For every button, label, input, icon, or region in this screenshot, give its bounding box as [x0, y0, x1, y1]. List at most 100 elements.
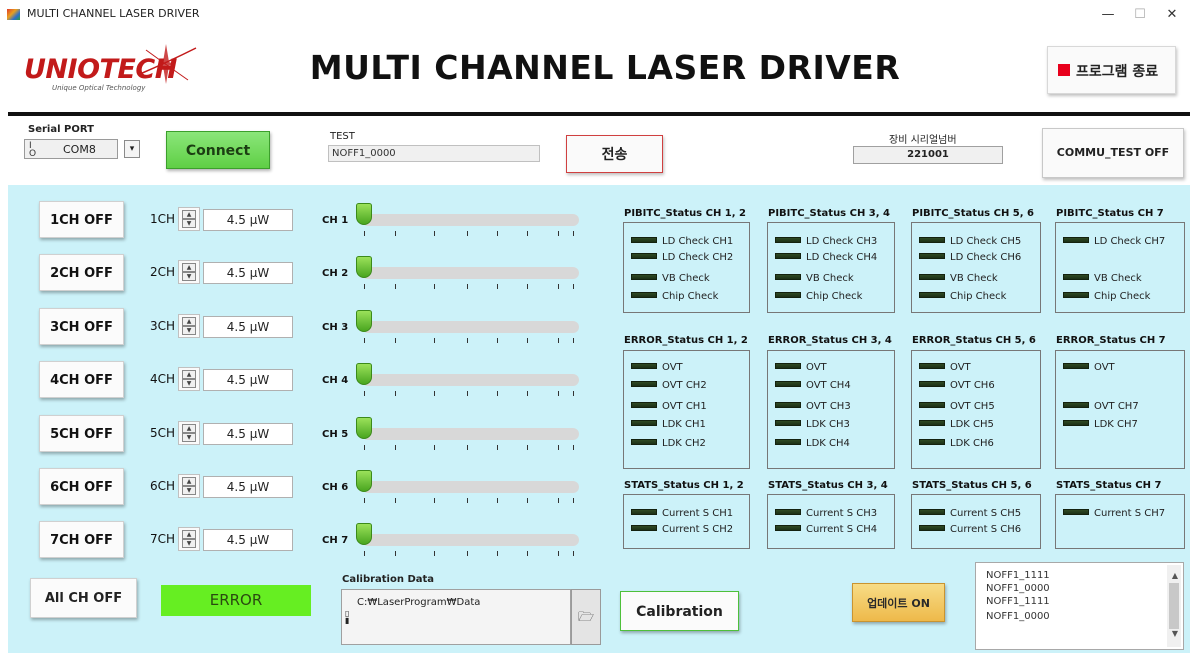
window-titlebar: MULTI CHANNEL LASER DRIVER — ☐ ✕	[0, 0, 1190, 30]
ch2-power-stepper[interactable]: ▲ ▼	[178, 260, 200, 284]
decrement-icon[interactable]: ▼	[182, 272, 196, 281]
ch4-off-button[interactable]: 4CH OFF	[39, 361, 124, 398]
all-ch-off-button[interactable]: All CH OFF	[30, 578, 137, 618]
led-icon	[1063, 402, 1089, 408]
led-label: LDK CH4	[806, 438, 850, 449]
ch7-off-button[interactable]: 7CH OFF	[39, 521, 124, 558]
commu-test-button[interactable]: COMMU_TEST OFF	[1042, 128, 1184, 178]
ch2-off-button[interactable]: 2CH OFF	[39, 254, 124, 291]
led-icon	[775, 525, 801, 531]
led-icon	[1063, 274, 1089, 280]
log-scrollbar-thumb[interactable]	[1169, 583, 1179, 629]
error-led-indicator: LDK CH7	[1063, 419, 1138, 431]
ch1-slider-scale	[362, 231, 579, 237]
ch3-power-input[interactable]: 4.5 μW	[203, 316, 293, 338]
ch4-slider-knob[interactable]	[356, 363, 372, 385]
increment-icon[interactable]: ▲	[182, 370, 196, 379]
decrement-icon[interactable]: ▼	[182, 326, 196, 335]
connect-button[interactable]: Connect	[166, 131, 270, 169]
decrement-icon[interactable]: ▼	[182, 539, 196, 548]
calibration-path-field[interactable]: ▯ ▮ C:₩LaserProgram₩Data	[341, 589, 571, 645]
log-listbox[interactable]: NOFF1_1111 NOFF1_0000 NOFF1_1111 NOFF1_0…	[975, 562, 1184, 650]
error-led-indicator: OVT CH6	[919, 380, 995, 392]
serial-port-select[interactable]: IO COM8	[24, 139, 118, 159]
device-serial-value: 221001	[853, 146, 1003, 164]
led-label: OVT CH5	[950, 401, 995, 412]
ch1-power-input[interactable]: 4.5 μW	[203, 209, 293, 231]
ch4-slider-track[interactable]	[362, 374, 579, 386]
ch3-slider-knob[interactable]	[356, 310, 372, 332]
maximize-button[interactable]: ☐	[1122, 4, 1158, 26]
led-label: Current S CH6	[950, 524, 1022, 535]
serial-port-dropdown-button[interactable]: ▾	[124, 140, 140, 158]
ch2-power-input[interactable]: 4.5 μW	[203, 262, 293, 284]
led-label: OVT CH3	[806, 401, 851, 412]
ch6-label: 6CH	[150, 479, 176, 493]
ch7-slider-label: CH 7	[322, 535, 349, 546]
increment-icon[interactable]: ▲	[182, 530, 196, 539]
pibitc-led-indicator: VB Check	[775, 273, 854, 285]
error-status-title: ERROR_Status CH 7	[1056, 335, 1166, 346]
error-led-indicator: OVT CH2	[631, 380, 707, 392]
decrement-icon[interactable]: ▼	[182, 486, 196, 495]
ch1-slider-knob[interactable]	[356, 203, 372, 225]
ch2-slider-track[interactable]	[362, 267, 579, 279]
ch3-off-button[interactable]: 3CH OFF	[39, 308, 124, 345]
led-icon	[1063, 509, 1089, 515]
browse-folder-button[interactable]: 🗁	[571, 589, 601, 645]
increment-icon[interactable]: ▲	[182, 477, 196, 486]
pibitc-led-indicator: LD Check CH3	[775, 236, 877, 248]
increment-icon[interactable]: ▲	[182, 263, 196, 272]
ch1-slider-track[interactable]	[362, 214, 579, 226]
ch4-power-stepper[interactable]: ▲ ▼	[178, 367, 200, 391]
ch6-off-button[interactable]: 6CH OFF	[39, 468, 124, 505]
led-label: Chip Check	[662, 291, 719, 302]
ch6-slider-knob[interactable]	[356, 470, 372, 492]
led-label: LDK CH3	[806, 419, 850, 430]
ch5-power-input[interactable]: 4.5 μW	[203, 423, 293, 445]
scroll-up-icon[interactable]: ▲	[1172, 571, 1178, 580]
ch3-power-stepper[interactable]: ▲ ▼	[178, 314, 200, 338]
close-button[interactable]: ✕	[1154, 4, 1190, 26]
ch7-power-stepper[interactable]: ▲ ▼	[178, 527, 200, 551]
minimize-button[interactable]: —	[1090, 4, 1126, 26]
scroll-down-icon[interactable]: ▼	[1172, 629, 1178, 638]
led-label: LD Check CH1	[662, 236, 734, 247]
update-button[interactable]: 업데이트 ON	[852, 583, 945, 622]
ch5-slider-track[interactable]	[362, 428, 579, 440]
stats-status-title: STATS_Status CH 1, 2	[624, 480, 744, 491]
ch6-power-stepper[interactable]: ▲ ▼	[178, 474, 200, 498]
ch5-slider-knob[interactable]	[356, 417, 372, 439]
decrement-icon[interactable]: ▼	[182, 433, 196, 442]
led-icon	[631, 420, 657, 426]
log-line: NOFF1_0000	[986, 611, 1050, 622]
error-indicator: ERROR	[161, 585, 311, 616]
ch1-off-button[interactable]: 1CH OFF	[39, 201, 124, 238]
ch6-power-input[interactable]: 4.5 μW	[203, 476, 293, 498]
ch3-slider-track[interactable]	[362, 321, 579, 333]
ch6-slider-track[interactable]	[362, 481, 579, 493]
ch7-power-input[interactable]: 4.5 μW	[203, 529, 293, 551]
increment-icon[interactable]: ▲	[182, 317, 196, 326]
decrement-icon[interactable]: ▼	[182, 219, 196, 228]
send-button[interactable]: 전송	[566, 135, 663, 173]
exit-program-button[interactable]: 프로그램 종료	[1047, 46, 1176, 94]
increment-icon[interactable]: ▲	[182, 424, 196, 433]
decrement-icon[interactable]: ▼	[182, 379, 196, 388]
test-input[interactable]: NOFF1_0000	[328, 145, 540, 162]
ch5-off-button[interactable]: 5CH OFF	[39, 415, 124, 452]
ch1-power-stepper[interactable]: ▲ ▼	[178, 207, 200, 231]
ch7-slider-track[interactable]	[362, 534, 579, 546]
stats-status-group	[911, 494, 1041, 549]
serial-port-value: COM8	[63, 143, 96, 156]
ch7-slider-knob[interactable]	[356, 523, 372, 545]
increment-icon[interactable]: ▲	[182, 210, 196, 219]
ch5-power-stepper[interactable]: ▲ ▼	[178, 421, 200, 445]
stats-status-title: STATS_Status CH 3, 4	[768, 480, 888, 491]
ch2-slider-knob[interactable]	[356, 256, 372, 278]
calibration-button[interactable]: Calibration	[620, 591, 739, 631]
led-label: Current S CH4	[806, 524, 878, 535]
led-icon	[919, 237, 945, 243]
window-title: MULTI CHANNEL LASER DRIVER	[27, 7, 200, 20]
ch4-power-input[interactable]: 4.5 μW	[203, 369, 293, 391]
